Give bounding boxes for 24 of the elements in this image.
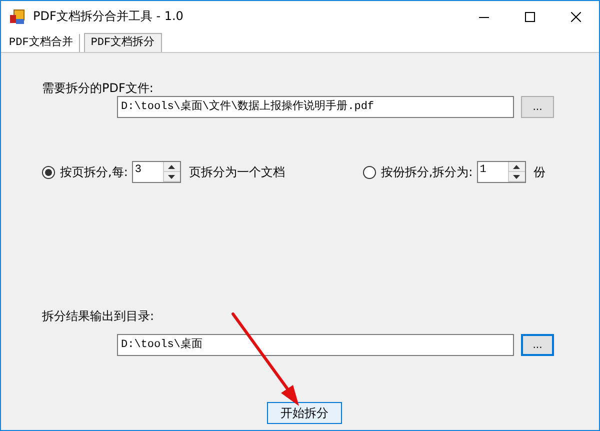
option-suffix: 份 bbox=[534, 164, 546, 180]
down-arrow-icon[interactable] bbox=[513, 174, 520, 178]
browse-button[interactable]: ... bbox=[521, 96, 554, 118]
radio-button[interactable] bbox=[42, 166, 55, 178]
window-title: PDF文档拆分合并工具 - 1.0 bbox=[33, 8, 184, 25]
number-spinner[interactable]: 1 bbox=[476, 161, 526, 183]
close-icon[interactable] bbox=[571, 12, 581, 22]
number-spinner[interactable]: 3 bbox=[132, 161, 181, 183]
tab[interactable]: PDF文档拆分 bbox=[84, 33, 162, 52]
start-button[interactable]: 开始拆分 bbox=[267, 402, 342, 424]
maximize-icon[interactable] bbox=[525, 12, 535, 22]
field-label: 需要拆分的PDF文件: bbox=[42, 80, 154, 96]
path-field[interactable]: D:\tools\桌面 bbox=[117, 334, 514, 356]
option-label: 按份拆分,拆分为: bbox=[380, 164, 473, 180]
browse-button[interactable]: ... bbox=[521, 334, 554, 356]
option-label: 按页拆分,每: bbox=[60, 164, 128, 180]
field-label: 拆分结果输出到目录: bbox=[42, 308, 156, 324]
path-field[interactable]: D:\tools\桌面\文件\数据上报操作说明手册.pdf bbox=[117, 96, 514, 118]
down-arrow-icon[interactable] bbox=[168, 174, 176, 178]
up-arrow-icon[interactable] bbox=[513, 164, 520, 168]
radio-button[interactable] bbox=[362, 166, 376, 178]
app-icon bbox=[9, 8, 25, 24]
option-suffix: 页拆分为一个文档 bbox=[188, 164, 285, 180]
up-arrow-icon[interactable] bbox=[168, 164, 176, 168]
